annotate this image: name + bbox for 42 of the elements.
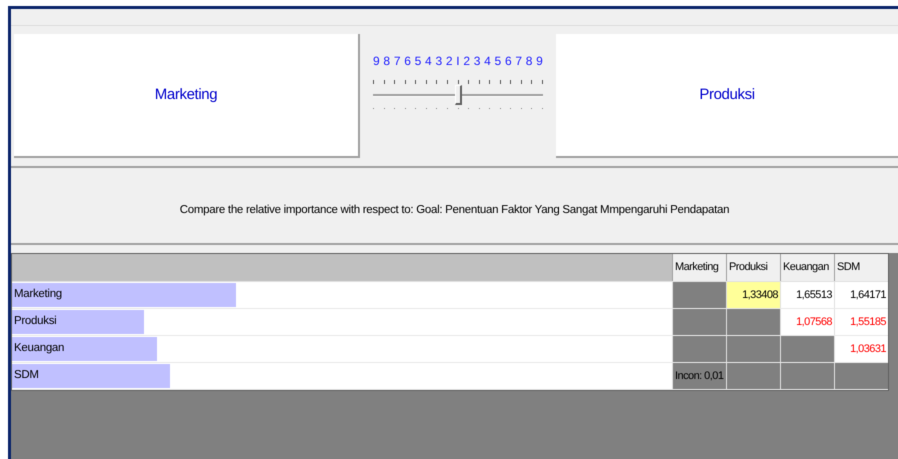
scale-number: I [456, 53, 460, 70]
value-cell[interactable]: 1,03631 [834, 336, 888, 362]
scale-number: 7 [515, 53, 522, 70]
row-label: Marketing [13, 287, 62, 302]
scale-number: 7 [394, 53, 400, 70]
value-cell[interactable]: 1,64171 [834, 282, 888, 308]
scale-number: 6 [504, 53, 512, 70]
value-cell[interactable]: 1,65513 [780, 282, 834, 308]
value-text: 1,65513 [796, 288, 832, 303]
scale-number: 6 [404, 53, 411, 70]
value-cell[interactable]: 1,55185 [834, 309, 888, 335]
scale-number: 2 [463, 53, 470, 70]
value-text: 1,03631 [850, 342, 886, 357]
column-header: SDM [834, 254, 888, 281]
row-label: Produksi [13, 314, 56, 330]
value-cell[interactable]: 1,07568 [780, 309, 834, 335]
right-criterion-box: Produksi [556, 34, 898, 158]
column-header: Keuangan [780, 254, 834, 281]
scale-number: 8 [383, 53, 390, 70]
scale-number: 9 [373, 53, 380, 70]
value-cell[interactable]: 1,33408 [726, 282, 780, 308]
comparison-prompt: Compare the relative importance with respect to: Goal: Penentuan Faktor Yang Sangat Mmpengaruhi Pendapatan [180, 202, 730, 218]
value-text: 1,64171 [850, 288, 886, 303]
value-text: 1,07568 [796, 314, 832, 330]
scale-number: 4 [425, 53, 432, 70]
scale-number: 9 [536, 53, 543, 70]
row-label: SDM [13, 368, 39, 384]
left-criterion-box: Marketing [14, 34, 360, 158]
row-label: Keuangan [13, 341, 64, 356]
scale-number: 8 [526, 53, 532, 70]
slider-thumb[interactable] [454, 85, 462, 105]
scale-number: 4 [484, 53, 491, 70]
scale-number: 2 [446, 53, 453, 70]
column-header: Produksi [726, 254, 780, 281]
scale-number: 3 [474, 53, 480, 70]
scale-number: 5 [494, 53, 502, 70]
value-text: 1,55185 [850, 314, 886, 330]
column-header: Marketing [672, 254, 726, 281]
scale-number: 5 [414, 53, 422, 70]
value-text: 1,33408 [742, 288, 778, 303]
scale-number: 3 [435, 53, 442, 70]
inconsistency-cell: Incon: 0,01 [672, 363, 726, 389]
